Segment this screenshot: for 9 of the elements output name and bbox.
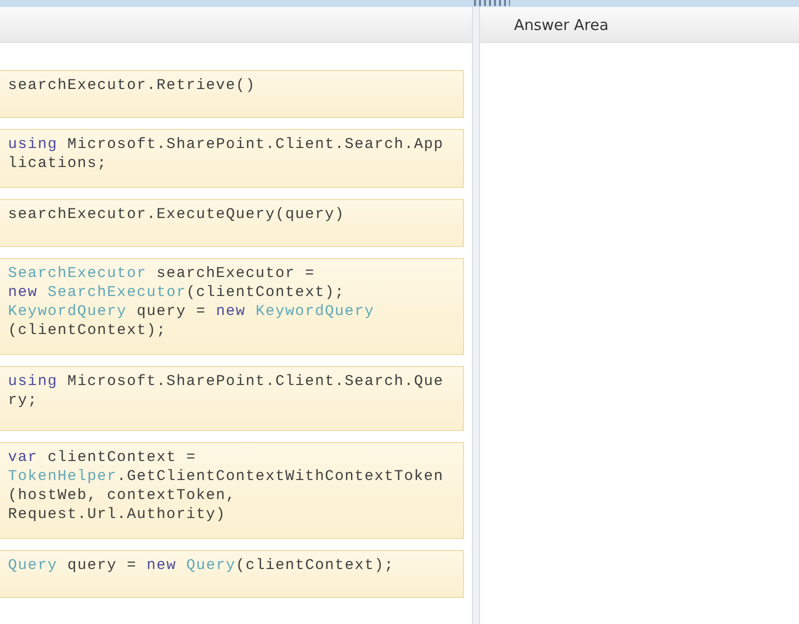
- code-snippet[interactable]: searchExecutor.ExecuteQuery(query): [0, 199, 464, 247]
- code-snippet[interactable]: var clientContext = TokenHelper.GetClientContextWithContextToken (hostWeb, contextToken, Request.Url.Authority): [0, 442, 464, 539]
- resize-grip-icon[interactable]: [474, 0, 510, 6]
- code-snippet[interactable]: searchExecutor.Retrieve(): [0, 70, 464, 118]
- code-snippet[interactable]: using Microsoft.SharePoint.Client.Search.Que ry;: [0, 366, 464, 431]
- code-snippet[interactable]: Query query = new Query(clientContext);: [0, 550, 464, 598]
- code-snippet[interactable]: SearchExecutor searchExecutor = new SearchExecutor(clientContext); KeywordQuery query = new KeywordQuery (clientContext);: [0, 258, 464, 355]
- answer-area-title: Answer Area: [514, 16, 609, 34]
- code-snippet[interactable]: using Microsoft.SharePoint.Client.Search.App lications;: [0, 129, 464, 188]
